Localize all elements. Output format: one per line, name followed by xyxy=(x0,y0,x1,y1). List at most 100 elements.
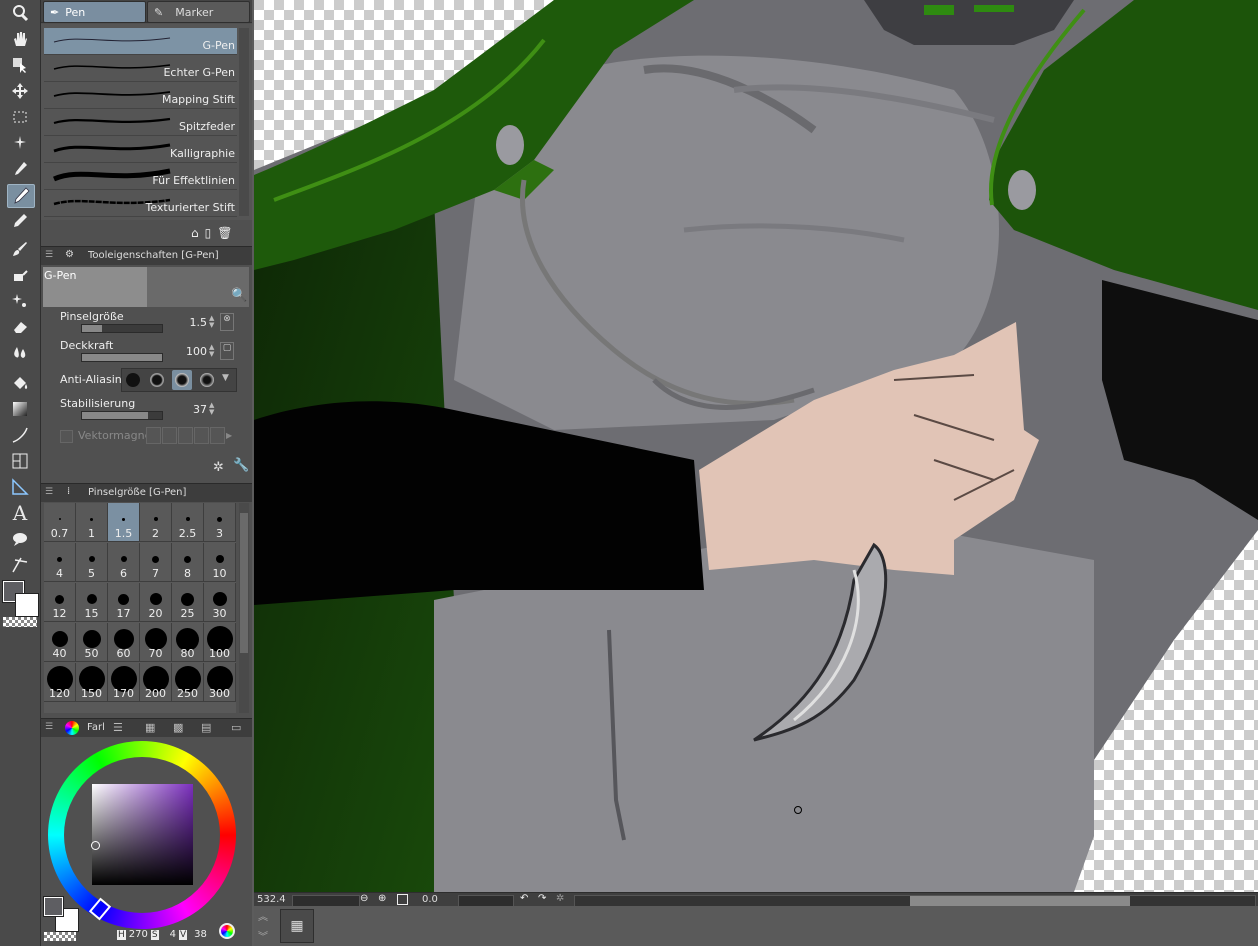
opacity-slider[interactable] xyxy=(81,353,163,362)
brush-size-option[interactable]: 1.5 xyxy=(108,503,140,542)
aa-none-option[interactable] xyxy=(126,373,140,387)
brush-size-option[interactable]: 70 xyxy=(140,623,172,662)
pencil-tool-icon[interactable] xyxy=(7,210,33,232)
sub-color-swatch[interactable] xyxy=(15,593,39,617)
timeline-icon[interactable]: ▦ xyxy=(280,909,314,943)
reset-rotation-icon[interactable]: ✲ xyxy=(556,893,564,904)
eraser-tool-icon[interactable] xyxy=(7,316,33,338)
rotation-value[interactable]: 0.0 xyxy=(422,894,438,905)
fill-tool-icon[interactable] xyxy=(7,372,33,394)
brush-size-option[interactable]: 60 xyxy=(108,623,140,662)
create-subtool-icon[interactable]: ▯ xyxy=(205,226,212,242)
brush-size-option[interactable]: 250 xyxy=(172,663,204,702)
saturation-value-square[interactable] xyxy=(92,784,193,885)
rotate-right-icon[interactable]: ↷ xyxy=(538,893,546,904)
drawing-canvas[interactable] xyxy=(254,0,1258,892)
brush-size-spinner[interactable]: ▲ ▼ xyxy=(209,315,217,329)
brush-size-option[interactable]: 30 xyxy=(204,583,236,622)
color-set-tab-icon[interactable]: ▦ xyxy=(145,721,155,734)
aa-weak-option[interactable] xyxy=(150,373,164,387)
brush-size-option[interactable]: 6 xyxy=(108,543,140,582)
color-history-tab-icon[interactable]: ▭ xyxy=(231,721,241,734)
brush-size-option[interactable]: 100 xyxy=(204,623,236,662)
brush-g-pen[interactable]: G-Pen xyxy=(44,28,237,55)
sv-picker-marker[interactable] xyxy=(91,841,100,850)
panel-collapse-up-icon[interactable]: ︽ xyxy=(258,908,268,923)
reset-settings-icon[interactable]: ✲ xyxy=(213,460,224,475)
brush-size-option[interactable]: 50 xyxy=(76,623,108,662)
brush-size-option[interactable]: 25 xyxy=(172,583,204,622)
blend-tool-icon[interactable] xyxy=(7,342,33,364)
brush-size-option[interactable]: 2 xyxy=(140,503,172,542)
panel-menu-icon[interactable]: ☰ xyxy=(45,487,55,497)
correct-line-tool-icon[interactable] xyxy=(7,554,33,576)
color-mode-toggle-icon[interactable] xyxy=(219,923,235,939)
aa-dropdown-icon[interactable]: ▼ xyxy=(222,373,229,383)
panel-collapse-down-icon[interactable]: ︾ xyxy=(258,928,268,943)
brush-size-option[interactable]: 15 xyxy=(76,583,108,622)
brush-size-option[interactable]: 120 xyxy=(44,663,76,702)
magnify-icon[interactable]: 🔍 xyxy=(231,288,247,304)
stabilization-spinner[interactable]: ▲ ▼ xyxy=(209,402,217,416)
text-tool-icon[interactable]: A xyxy=(7,501,33,525)
brush-size-option[interactable]: 12 xyxy=(44,583,76,622)
zoom-value[interactable]: 532.4 xyxy=(257,894,286,905)
brush-size-option[interactable]: 17 xyxy=(108,583,140,622)
brush-size-option[interactable]: 2.5 xyxy=(172,503,204,542)
intermediate-color-tab-icon[interactable]: ▩ xyxy=(173,721,183,734)
brush-size-option[interactable]: 3 xyxy=(204,503,236,542)
figure-tool-icon[interactable] xyxy=(7,424,33,446)
brush-size-option[interactable]: 150 xyxy=(76,663,108,702)
brush-size-option[interactable]: 5 xyxy=(76,543,108,582)
brush-fuer-effektlinien[interactable]: Für Effektlinien xyxy=(44,163,237,190)
opacity-spinner[interactable]: ▲ ▼ xyxy=(209,344,217,358)
gradient-tool-icon[interactable] xyxy=(7,398,33,420)
transparent-color-swatch[interactable] xyxy=(3,617,37,627)
brush-size-scrollbar[interactable] xyxy=(239,503,249,713)
brush-tool-icon[interactable] xyxy=(7,238,33,260)
color-transparent-swatch[interactable] xyxy=(44,932,76,941)
tab-pen[interactable]: ✒ Pen xyxy=(43,1,146,23)
color-main-swatch[interactable] xyxy=(43,896,64,917)
color-slider-tab-icon[interactable]: ☰ xyxy=(113,721,123,734)
color-wheel-tab-icon[interactable] xyxy=(65,721,79,735)
brush-size-option[interactable]: 80 xyxy=(172,623,204,662)
rotate-left-icon[interactable]: ↶ xyxy=(520,893,528,904)
zoom-tool-icon[interactable] xyxy=(7,2,33,24)
ruler-tool-icon[interactable] xyxy=(7,476,33,498)
brush-size-option[interactable]: 10 xyxy=(204,543,236,582)
brush-mapping-stift[interactable]: Mapping Stift xyxy=(44,82,237,109)
approx-color-tab-icon[interactable]: ▤ xyxy=(201,721,211,734)
opacity-pressure-icon[interactable]: ▢ xyxy=(220,342,234,360)
brush-size-option[interactable]: 4 xyxy=(44,543,76,582)
brush-kalligraphie[interactable]: Kalligraphie xyxy=(44,136,237,163)
brush-echter-g-pen[interactable]: Echter G-Pen xyxy=(44,55,237,82)
selection-tool-icon[interactable] xyxy=(7,106,33,128)
brush-size-option[interactable]: 200 xyxy=(140,663,172,702)
vector-magnet-strength[interactable]: ▶ xyxy=(146,427,236,444)
airbrush-tool-icon[interactable] xyxy=(7,264,33,286)
zoom-in-icon[interactable]: ⊕ xyxy=(378,893,386,904)
pressure-icon[interactable]: ⊗ xyxy=(220,313,234,331)
aa-medium-option[interactable] xyxy=(172,370,192,390)
hand-tool-icon[interactable] xyxy=(7,28,33,50)
brush-spitzfeder[interactable]: Spitzfeder xyxy=(44,109,237,136)
eyedropper-tool-icon[interactable] xyxy=(7,158,33,180)
brush-size-option[interactable]: 300 xyxy=(204,663,236,702)
auto-select-tool-icon[interactable] xyxy=(7,132,33,154)
subtool-detail-icon[interactable]: 🔧 xyxy=(233,458,249,473)
decoration-tool-icon[interactable] xyxy=(7,290,33,312)
tab-marker[interactable]: ✎ Marker xyxy=(147,1,250,23)
object-tool-icon[interactable] xyxy=(7,54,33,76)
brush-size-option[interactable]: 0.7 xyxy=(44,503,76,542)
panel-menu-icon[interactable]: ☰ xyxy=(45,250,55,260)
delete-subtool-icon[interactable]: 🗑 xyxy=(217,226,232,242)
brush-size-option[interactable]: 8 xyxy=(172,543,204,582)
zoom-out-icon[interactable]: ⊖ xyxy=(360,893,368,904)
move-layer-tool-icon[interactable] xyxy=(7,80,33,102)
frame-tool-icon[interactable] xyxy=(7,450,33,472)
copy-subtool-icon[interactable]: ⌂ xyxy=(191,226,199,242)
balloon-tool-icon[interactable] xyxy=(7,528,33,550)
brush-list-scrollbar[interactable] xyxy=(239,28,249,216)
aa-strong-option[interactable] xyxy=(200,373,214,387)
